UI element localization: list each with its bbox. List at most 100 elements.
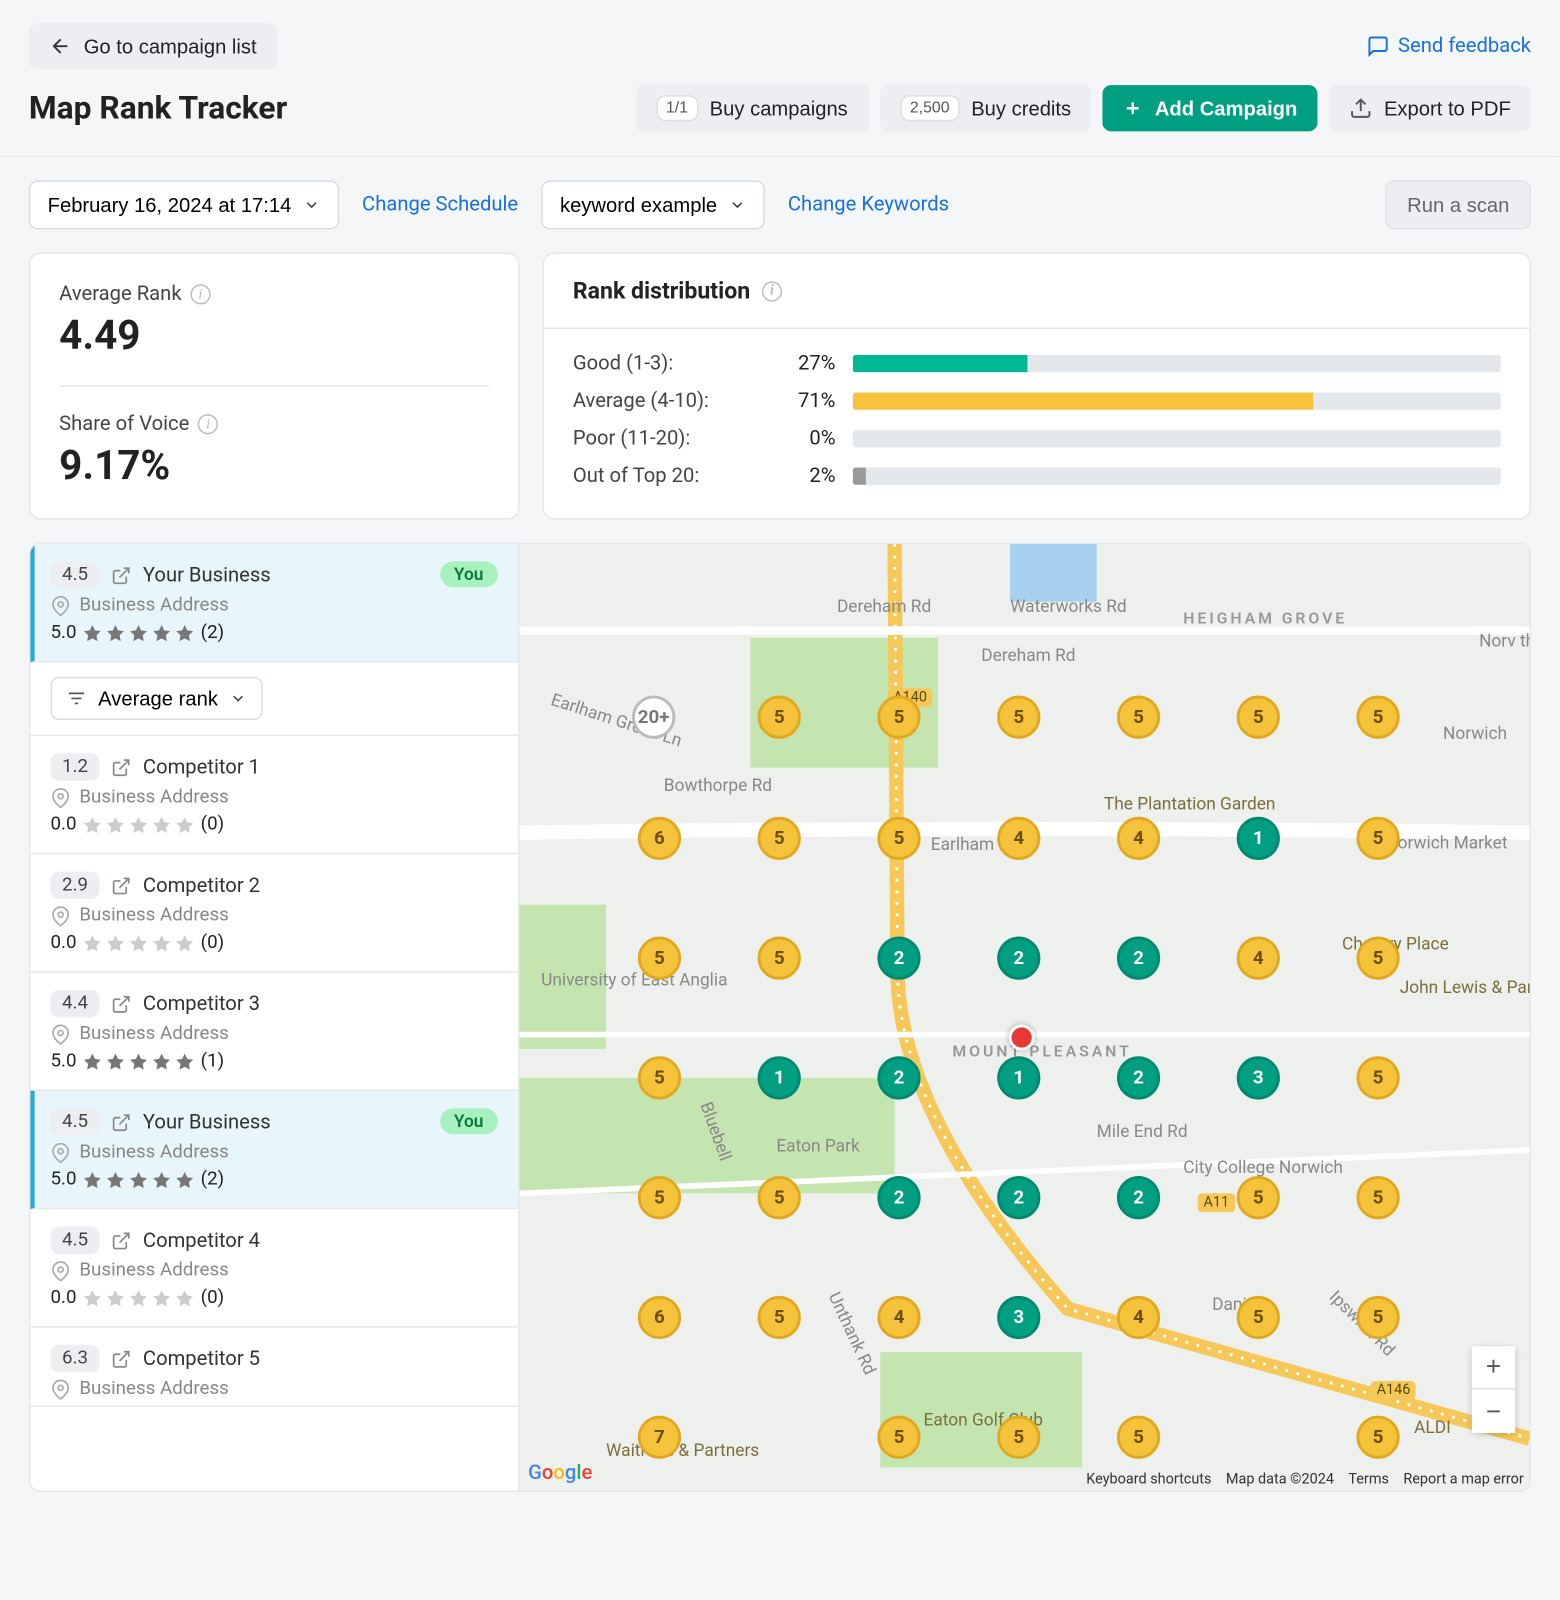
- map-rank-pin[interactable]: 1: [1237, 817, 1280, 860]
- info-icon[interactable]: i: [190, 284, 210, 304]
- map-rank-pin[interactable]: 5: [758, 696, 801, 739]
- map-rank-pin[interactable]: 5: [1117, 696, 1160, 739]
- map-label: Waitrose & Partners: [606, 1440, 759, 1460]
- list-item-address: Business Address: [51, 1378, 498, 1400]
- map-rank-pin[interactable]: 2: [877, 1176, 920, 1219]
- map-shortcuts[interactable]: Keyboard shortcuts: [1086, 1472, 1211, 1488]
- map-rank-pin[interactable]: 5: [1237, 1296, 1280, 1339]
- external-link-icon[interactable]: [111, 875, 131, 895]
- export-pdf-button[interactable]: Export to PDF: [1329, 85, 1531, 131]
- map-error[interactable]: Report a map error: [1403, 1472, 1523, 1488]
- list-item-address: Business Address: [51, 595, 498, 617]
- map-rank-pin[interactable]: 5: [638, 1176, 681, 1219]
- list-item[interactable]: You 4.5 Your Business Business Address 5…: [30, 1091, 518, 1209]
- star-icon: [82, 623, 102, 643]
- map-rank-pin[interactable]: 5: [758, 1296, 801, 1339]
- buy-credits-button[interactable]: 2,500 Buy credits: [880, 84, 1092, 133]
- map-rank-pin[interactable]: 5: [758, 817, 801, 860]
- sort-dropdown[interactable]: Average rank: [51, 677, 263, 720]
- map-rank-pin[interactable]: 5: [1356, 937, 1399, 980]
- list-item[interactable]: 6.3 Competitor 5 Business Address: [30, 1328, 518, 1407]
- map-rank-pin[interactable]: 4: [877, 1296, 920, 1339]
- map-rank-pin[interactable]: 6: [638, 817, 681, 860]
- map-rank-pin[interactable]: 5: [1356, 817, 1399, 860]
- zoom-in-button[interactable]: +: [1472, 1346, 1515, 1389]
- map-label: ALDI: [1414, 1417, 1451, 1437]
- list-item[interactable]: 1.2 Competitor 1 Business Address 0.0(0): [30, 736, 518, 854]
- map-rank-pin[interactable]: 5: [877, 817, 920, 860]
- back-button[interactable]: Go to campaign list: [29, 23, 277, 69]
- map-rank-pin[interactable]: 7: [638, 1416, 681, 1459]
- zoom-out-button[interactable]: −: [1472, 1390, 1515, 1433]
- list-item[interactable]: You 4.5 Your Business Business Address 5…: [30, 544, 518, 662]
- map-rank-pin[interactable]: 5: [1356, 1416, 1399, 1459]
- map-rank-pin[interactable]: 5: [997, 1416, 1040, 1459]
- map-rank-pin[interactable]: 5: [758, 1176, 801, 1219]
- map-rank-pin[interactable]: 5: [638, 1056, 681, 1099]
- arrow-left-icon: [49, 35, 72, 58]
- feedback-link[interactable]: Send feedback: [1366, 35, 1531, 58]
- map-rank-pin[interactable]: 2: [1117, 1056, 1160, 1099]
- map-rank-pin[interactable]: 1: [997, 1056, 1040, 1099]
- map-rank-pin[interactable]: 4: [1237, 937, 1280, 980]
- external-link-icon[interactable]: [111, 1112, 131, 1132]
- info-icon[interactable]: i: [198, 414, 218, 434]
- map-rank-pin[interactable]: 5: [877, 1416, 920, 1459]
- list-item[interactable]: 2.9 Competitor 2 Business Address 0.0(0): [30, 854, 518, 972]
- map-canvas[interactable]: Dereham RdWaterworks RdDereham RdHEIGHAM…: [519, 543, 1531, 1492]
- star-icon: [152, 623, 172, 643]
- map-rank-pin[interactable]: 3: [997, 1296, 1040, 1339]
- list-item[interactable]: 4.5 Competitor 4 Business Address 0.0(0): [30, 1209, 518, 1327]
- map-rank-pin[interactable]: 4: [1117, 1296, 1160, 1339]
- external-link-icon[interactable]: [111, 994, 131, 1014]
- map-rank-pin[interactable]: 1: [758, 1056, 801, 1099]
- map-rank-pin[interactable]: 2: [997, 937, 1040, 980]
- map-rank-pin[interactable]: 5: [1237, 696, 1280, 739]
- map-rank-pin[interactable]: 2: [1117, 937, 1160, 980]
- you-badge: You: [439, 1108, 497, 1134]
- star-icon: [128, 1051, 148, 1071]
- datetime-dropdown[interactable]: February 16, 2024 at 17:14: [29, 180, 339, 229]
- map-rank-pin[interactable]: 5: [758, 937, 801, 980]
- map-rank-pin[interactable]: 5: [1356, 1176, 1399, 1219]
- star-icon: [82, 815, 102, 835]
- rank-bar-fill: [853, 468, 866, 485]
- buy-campaigns-button[interactable]: 1/1 Buy campaigns: [636, 84, 868, 133]
- map-rank-pin[interactable]: 5: [1356, 696, 1399, 739]
- zoom-control: + −: [1472, 1346, 1515, 1433]
- add-campaign-button[interactable]: Add Campaign: [1103, 85, 1318, 131]
- map-rank-pin[interactable]: 2: [1117, 1176, 1160, 1219]
- info-icon[interactable]: i: [762, 281, 782, 301]
- run-scan-button[interactable]: Run a scan: [1386, 180, 1531, 229]
- list-item[interactable]: 4.4 Competitor 3 Business Address 5.0(1): [30, 973, 518, 1091]
- keyword-dropdown[interactable]: keyword example: [541, 180, 765, 229]
- map-rank-pin[interactable]: 2: [997, 1176, 1040, 1219]
- map-rank-pin[interactable]: 3: [1237, 1056, 1280, 1099]
- change-keywords-link[interactable]: Change Keywords: [788, 193, 949, 216]
- map-rank-pin[interactable]: 20+: [632, 696, 675, 739]
- map-rank-pin[interactable]: 5: [877, 696, 920, 739]
- external-link-icon[interactable]: [111, 1348, 131, 1368]
- chat-icon: [1366, 35, 1389, 58]
- map-rank-pin[interactable]: 5: [1117, 1416, 1160, 1459]
- map-rank-pin[interactable]: 5: [638, 937, 681, 980]
- external-link-icon[interactable]: [111, 757, 131, 777]
- map-rank-pin[interactable]: 4: [1117, 817, 1160, 860]
- external-link-icon[interactable]: [111, 1230, 131, 1250]
- map-rank-pin[interactable]: 2: [877, 937, 920, 980]
- map-rank-pin[interactable]: 5: [997, 696, 1040, 739]
- map-rank-pin[interactable]: 4: [997, 817, 1040, 860]
- change-schedule-link[interactable]: Change Schedule: [362, 193, 518, 216]
- external-link-icon[interactable]: [111, 565, 131, 585]
- map-rank-pin[interactable]: 5: [1356, 1296, 1399, 1339]
- google-logo: Google: [528, 1462, 592, 1485]
- rank-chip: 4.4: [51, 990, 100, 1017]
- map-rank-pin[interactable]: 5: [1356, 1056, 1399, 1099]
- rank-chip: 4.5: [51, 1108, 100, 1135]
- map-rank-pin[interactable]: 6: [638, 1296, 681, 1339]
- map-rank-pin[interactable]: 2: [877, 1056, 920, 1099]
- map-terms[interactable]: Terms: [1348, 1472, 1389, 1488]
- rank-row-label: Out of Top 20:: [573, 465, 761, 488]
- map-rank-pin[interactable]: 5: [1237, 1176, 1280, 1219]
- pin-icon: [51, 595, 71, 615]
